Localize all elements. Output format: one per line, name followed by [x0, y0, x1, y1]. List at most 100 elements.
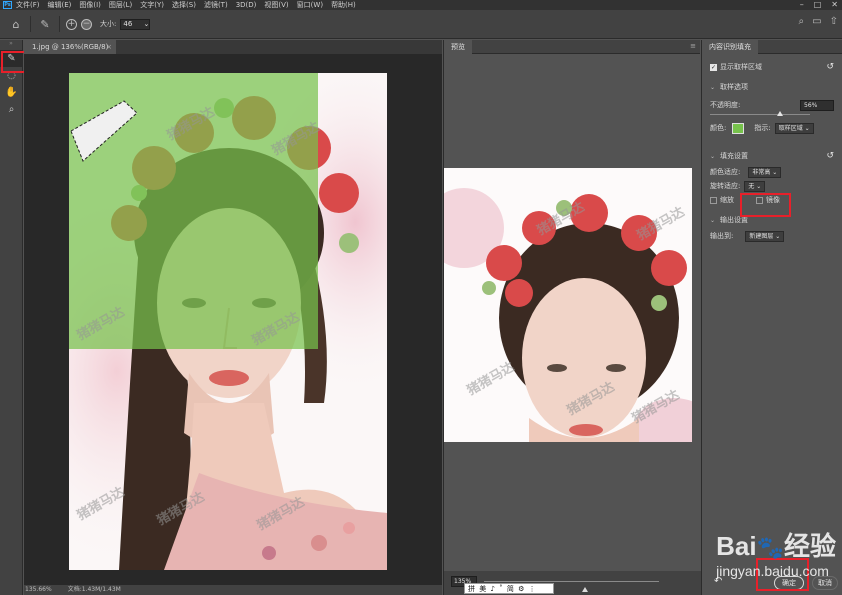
- menu-3d[interactable]: 3D(D): [236, 1, 257, 9]
- zoom-tool-icon[interactable]: ⌕: [0, 101, 23, 118]
- options-right: ⌕ ▭ ⇧: [799, 16, 838, 27]
- preview-zoom-bar: 135% 拼 美 ♪ ˚ 简 ⚙ ⋮: [444, 571, 701, 595]
- share-icon[interactable]: ⇧: [830, 16, 838, 27]
- props-panel-header: 内容识别填充: [702, 40, 842, 54]
- size-value: 46: [123, 19, 133, 28]
- opacity-input[interactable]: 56%: [800, 99, 834, 111]
- menu-select[interactable]: 选择(S): [172, 0, 196, 10]
- preview-panel: 预览 ≡ 猪猪马达 猪猪马达 猪猪马达 猪猪马达 猪猪马达 135% 拼 美 ♪…: [443, 40, 701, 595]
- input-method-bar[interactable]: 拼 美 ♪ ˚ 简 ⚙ ⋮: [464, 583, 554, 594]
- opacity-slider-thumb[interactable]: [777, 111, 783, 116]
- scale-label: 缩放: [720, 196, 734, 204]
- tools-panel: » ✎ ◌ ✋ ⌕: [0, 40, 23, 595]
- output-to-value: 新建图层: [749, 232, 774, 240]
- color-adapt-label: 颜色适应:: [710, 168, 741, 176]
- sampling-options-title: 取样选项: [720, 83, 749, 91]
- search-icon[interactable]: ⌕: [799, 16, 805, 27]
- color-adapt-value: 非常高: [752, 168, 771, 176]
- minimize-icon[interactable]: –: [800, 0, 804, 10]
- menu-image[interactable]: 图像(I): [79, 0, 101, 10]
- chevron-down-icon[interactable]: ⌄: [710, 84, 715, 91]
- brush-tool-icon[interactable]: ✎: [37, 16, 53, 32]
- color-label: 颜色:: [710, 124, 727, 132]
- color-row: 颜色: 指示: 取样区域 ⌄: [710, 121, 834, 135]
- baidu-logo: Bai🐾经验: [716, 526, 836, 563]
- baidu-brand-cn: 经验: [783, 531, 836, 561]
- subtract-mode-icon[interactable]: −: [81, 18, 92, 30]
- menu-edit[interactable]: 编辑(E): [48, 0, 72, 10]
- menu-help[interactable]: 帮助(H): [331, 0, 356, 10]
- output-to-label: 输出到:: [710, 232, 734, 240]
- baidu-watermark: Bai🐾经验 jingyan.baidu.com: [716, 526, 836, 579]
- highlight-box: [740, 193, 791, 217]
- divider: [59, 16, 60, 32]
- sampling-options-section[interactable]: ⌄ 取样选项: [710, 80, 834, 94]
- fill-settings-title: 填充设置: [720, 152, 749, 160]
- image-canvas[interactable]: 猪猪马达 猪猪马达 猪猪马达 猪猪马达 猪猪马达 猪猪马达 猪猪马达: [69, 73, 387, 570]
- panel-menu-icon[interactable]: ≡: [690, 42, 696, 50]
- preview-image: 猪猪马达 猪猪马达 猪猪马达 猪猪马达 猪猪马达: [444, 168, 692, 442]
- reset-icon[interactable]: ↺: [826, 62, 834, 72]
- show-sampling-label: 显示取样区域: [720, 63, 762, 71]
- size-label: 大小:: [100, 20, 117, 28]
- workspace-icon[interactable]: ▭: [812, 16, 821, 27]
- paw-icon: 🐾: [756, 535, 784, 560]
- divider: [30, 16, 31, 32]
- opacity-row: 不透明度: 56%: [710, 98, 834, 112]
- size-input[interactable]: 46 ⌄: [120, 18, 151, 30]
- opacity-slider[interactable]: [710, 111, 810, 116]
- baidu-brand: Bai: [716, 531, 757, 561]
- output-to-dropdown[interactable]: 新建图层 ⌄: [745, 230, 785, 242]
- add-mode-icon[interactable]: +: [66, 18, 77, 30]
- menu-window[interactable]: 窗口(W): [297, 0, 323, 10]
- options-bar: ⌂ ✎ + − 大小: 46 ⌄ ⌕ ▭ ⇧: [0, 10, 842, 39]
- tab-preview[interactable]: 预览: [444, 40, 472, 54]
- status-info: 文档:1.43M/1.43M: [67, 586, 121, 593]
- color-adapt-dropdown[interactable]: 非常高 ⌄: [748, 166, 782, 178]
- photoshop-logo: Ps: [3, 1, 12, 9]
- chevron-down-icon[interactable]: ⌄: [710, 217, 715, 224]
- output-to-row: 输出到: 新建图层 ⌄: [710, 229, 834, 243]
- home-icon[interactable]: ⌂: [8, 16, 24, 32]
- status-zoom[interactable]: 135.66%: [25, 585, 52, 595]
- baidu-url: jingyan.baidu.com: [716, 563, 829, 579]
- zoom-slider-thumb[interactable]: [582, 587, 588, 592]
- preview-panel-header: 预览 ≡: [444, 40, 700, 54]
- menu-bar: Ps 文件(F) 编辑(E) 图像(I) 图层(L) 文字(Y) 选择(S) 滤…: [0, 0, 842, 10]
- window-controls: – □ ✕: [800, 0, 838, 10]
- hand-tool-icon[interactable]: ✋: [0, 84, 23, 101]
- menu-file[interactable]: 文件(F): [16, 0, 40, 10]
- show-sampling-checkbox[interactable]: ✓: [710, 63, 717, 71]
- fill-settings-section[interactable]: ⌄ 填充设置 ↺: [710, 149, 834, 163]
- maximize-icon[interactable]: □: [814, 0, 822, 10]
- chevron-down-icon[interactable]: ⌄: [143, 20, 149, 29]
- document-tab-title: 1.jpg @ 136%(RGB/8): [32, 43, 109, 51]
- close-icon[interactable]: ✕: [831, 0, 838, 10]
- menu-type[interactable]: 文字(Y): [140, 0, 164, 10]
- rotation-adapt-dropdown[interactable]: 无 ⌄: [744, 180, 766, 192]
- indicate-dropdown[interactable]: 取样区域 ⌄: [774, 122, 814, 134]
- color-adapt-row: 颜色适应: 非常高 ⌄: [710, 165, 834, 179]
- rotation-adapt-value: 无: [748, 182, 755, 190]
- document-tab[interactable]: 1.jpg @ 136%(RGB/8) ×: [24, 40, 116, 54]
- toolbar-collapse-icon[interactable]: »: [0, 40, 22, 50]
- opacity-label: 不透明度:: [710, 101, 741, 109]
- menu-view[interactable]: 视图(V): [264, 0, 288, 10]
- menu-filter[interactable]: 滤镜(T): [204, 0, 228, 10]
- scale-checkbox[interactable]: [710, 196, 717, 204]
- chevron-down-icon[interactable]: ⌄: [710, 153, 715, 160]
- tab-content-aware-fill[interactable]: 内容识别填充: [702, 40, 758, 54]
- zoom-slider[interactable]: [484, 581, 659, 592]
- document-window: 1.jpg @ 136%(RGB/8) × 猪猪马达 猪猪马达 猪猪马达 猪猪马…: [24, 40, 442, 595]
- props-body: ✓ 显示取样区域 ↺ ⌄ 取样选项 不透明度: 56% 颜色: 指示: 取样区域…: [702, 54, 842, 249]
- menu-layer[interactable]: 图层(L): [109, 0, 132, 10]
- show-sampling-row[interactable]: ✓ 显示取样区域 ↺: [710, 60, 834, 74]
- overlay-color-swatch[interactable]: [732, 122, 745, 134]
- indicate-label: 指示:: [754, 124, 771, 132]
- reset-icon[interactable]: ↺: [826, 151, 834, 161]
- document-status-bar: 135.66% 文档:1.43M/1.43M: [24, 585, 442, 595]
- indicate-value: 取样区域: [778, 124, 803, 132]
- close-icon[interactable]: ×: [106, 40, 112, 54]
- rotation-adapt-row: 旋转适应: 无 ⌄: [710, 179, 834, 193]
- content-aware-fill-panel: 内容识别填充 ✓ 显示取样区域 ↺ ⌄ 取样选项 不透明度: 56% 颜色: 指…: [701, 40, 842, 595]
